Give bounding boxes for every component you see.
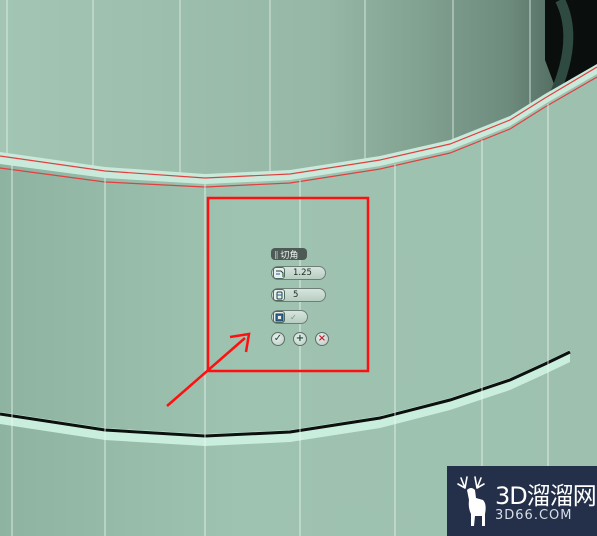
chamfer-segments-icon <box>273 289 285 301</box>
plus-icon: + <box>295 333 305 344</box>
chamfer-segments-value[interactable]: 5 <box>293 290 298 300</box>
watermark: 3D溜溜网 3D66.COM <box>447 466 597 536</box>
check-icon[interactable]: ✓ <box>290 313 297 322</box>
chamfer-mode-field[interactable]: ✓ <box>271 310 308 324</box>
apply-button[interactable]: + <box>293 332 307 346</box>
caddy-title: 切角 <box>280 250 299 261</box>
chamfer-amount-field[interactable]: 1.25 <box>271 266 326 280</box>
grip-icon[interactable]: || <box>274 250 279 259</box>
deer-icon <box>457 476 486 526</box>
check-icon: ✓ <box>273 333 283 344</box>
3d-viewport[interactable]: || 切角 1.25 5 ✓ ✓ + × 3D溜溜网 3D66.COM <box>0 0 597 536</box>
watermark-brand: 3D溜溜网 <box>495 482 597 510</box>
chamfer-amount-value[interactable]: 1.25 <box>293 268 312 278</box>
close-icon: × <box>317 333 327 344</box>
watermark-url: 3D66.COM <box>495 508 573 523</box>
chamfer-caddy: || 切角 <box>271 248 351 261</box>
caddy-title-bar[interactable]: || 切角 <box>271 248 307 261</box>
cancel-button[interactable]: × <box>315 332 329 346</box>
chamfer-segments-field[interactable]: 5 <box>271 288 326 302</box>
ok-button[interactable]: ✓ <box>271 332 285 346</box>
open-chamfer-icon[interactable] <box>273 311 285 323</box>
chamfer-amount-icon <box>273 267 285 279</box>
